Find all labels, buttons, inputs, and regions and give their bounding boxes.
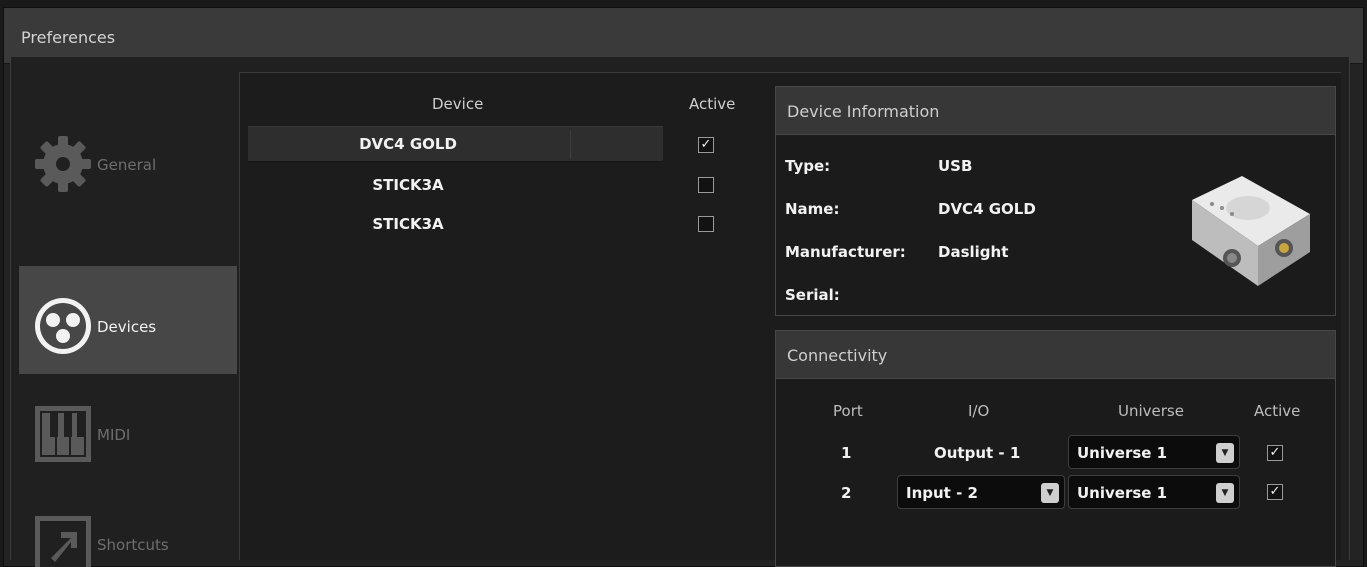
active-column-header: Active xyxy=(689,95,736,113)
universe-dropdown[interactable]: Universe 1 ▼ xyxy=(1068,475,1240,509)
connectivity-panel: Connectivity xyxy=(775,330,1336,567)
shortcut-arrow-icon xyxy=(35,516,91,567)
piano-keys-icon xyxy=(35,406,91,462)
connectivity-active-checkbox[interactable]: ✓ xyxy=(1267,484,1283,500)
universe-column-header: Universe xyxy=(1118,402,1184,420)
universe-selected-value: Universe 1 xyxy=(1077,444,1168,462)
manufacturer-value: Daslight xyxy=(938,243,1009,261)
window-title: Preferences xyxy=(21,28,116,47)
io-dropdown[interactable]: Input - 2 ▼ xyxy=(897,475,1065,509)
device-name: STICK3A xyxy=(372,176,444,194)
device-row[interactable]: STICK3A xyxy=(248,168,663,204)
connectivity-header: Connectivity xyxy=(776,331,1335,379)
universe-selected-value: Universe 1 xyxy=(1077,484,1168,502)
connectivity-active-checkbox[interactable]: ✓ xyxy=(1267,445,1283,461)
name-label: Name: xyxy=(785,200,840,218)
sidebar-item-label: Devices xyxy=(97,318,157,336)
io-column-header: I/O xyxy=(968,402,990,420)
device-image xyxy=(1192,176,1310,286)
sidebar-item-label: General xyxy=(97,156,157,174)
manufacturer-label: Manufacturer: xyxy=(785,243,906,261)
type-label: Type: xyxy=(785,157,831,175)
universe-dropdown[interactable]: Universe 1 ▼ xyxy=(1068,435,1240,469)
port-number: 2 xyxy=(841,484,852,502)
sidebar: General Devices MIDI Shortcuts xyxy=(19,64,237,567)
serial-label: Serial: xyxy=(785,286,840,304)
sidebar-item-midi[interactable]: MIDI xyxy=(19,374,237,482)
sidebar-item-label: MIDI xyxy=(97,426,131,444)
device-name: DVC4 GOLD xyxy=(359,135,457,153)
panel-title: Connectivity xyxy=(787,346,888,365)
device-active-checkbox[interactable] xyxy=(698,177,714,193)
port-number: 1 xyxy=(841,444,852,462)
device-name: STICK3A xyxy=(372,215,444,233)
device-row[interactable]: DVC4 GOLD xyxy=(248,126,663,162)
io-value: Output - 1 xyxy=(934,444,1021,462)
title-bar: Preferences xyxy=(4,8,1363,64)
devices-icon xyxy=(35,298,91,354)
gear-icon xyxy=(35,136,91,192)
io-selected-value: Input - 2 xyxy=(906,484,978,502)
device-active-checkbox[interactable]: ✓ xyxy=(698,137,714,153)
type-value: USB xyxy=(938,157,973,175)
active-column-header: Active xyxy=(1254,402,1301,420)
device-row[interactable]: STICK3A xyxy=(248,207,663,243)
device-information-header: Device Information xyxy=(776,87,1335,135)
sidebar-item-label: Shortcuts xyxy=(97,536,169,554)
sidebar-item-devices[interactable]: Devices xyxy=(19,266,237,374)
chevron-down-icon: ▼ xyxy=(1216,443,1234,463)
name-value: DVC4 GOLD xyxy=(938,200,1036,218)
device-active-checkbox[interactable] xyxy=(698,216,714,232)
chevron-down-icon: ▼ xyxy=(1041,483,1059,503)
port-column-header: Port xyxy=(833,402,863,420)
device-column-header: Device xyxy=(432,95,484,113)
chevron-down-icon: ▼ xyxy=(1216,483,1234,503)
sidebar-item-general[interactable]: General xyxy=(19,104,237,212)
column-divider xyxy=(570,131,571,159)
panel-title: Device Information xyxy=(787,102,940,121)
sidebar-item-shortcuts[interactable]: Shortcuts xyxy=(19,484,237,567)
